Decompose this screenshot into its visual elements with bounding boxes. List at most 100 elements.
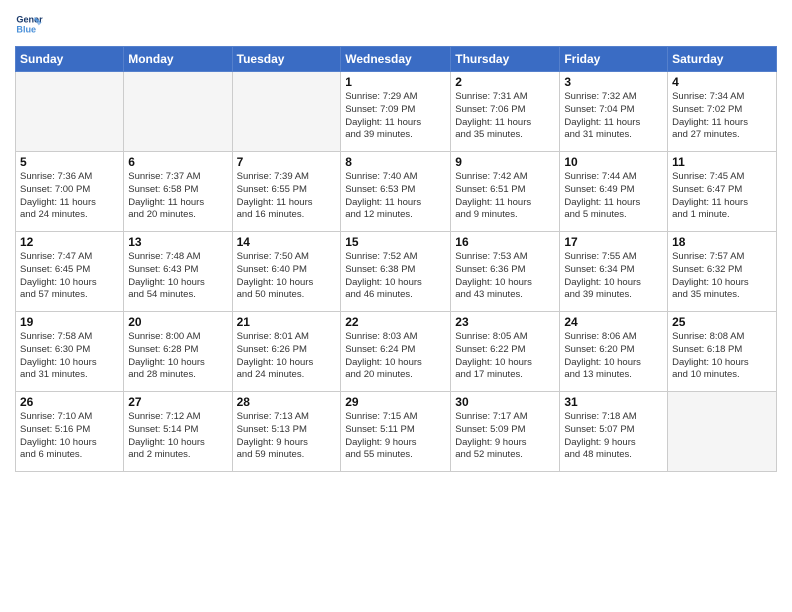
calendar-table: SundayMondayTuesdayWednesdayThursdayFrid… <box>15 46 777 472</box>
week-row-2: 5Sunrise: 7:36 AM Sunset: 7:00 PM Daylig… <box>16 152 777 232</box>
day-number: 12 <box>20 235 119 249</box>
weekday-header-thursday: Thursday <box>451 47 560 72</box>
day-cell: 8 Sunrise: 7:40 AM Sunset: 6:53 PM Daylig… <box>341 152 451 232</box>
day-cell: 6 Sunrise: 7:37 AM Sunset: 6:58 PM Daylig… <box>124 152 232 232</box>
day-cell: 1Sunrise: 7:29 AM Sunset: 7:09 PM Daylig… <box>341 72 451 152</box>
day-number: 16 <box>455 235 555 249</box>
header: General Blue <box>15 10 777 38</box>
week-row-1: 1Sunrise: 7:29 AM Sunset: 7:09 PM Daylig… <box>16 72 777 152</box>
day-info: Sunrise: 8:08 AM Sunset: 6:18 PM Dayligh… <box>672 331 772 382</box>
day-number: 17 <box>564 235 663 249</box>
day-number: 3 <box>564 75 663 89</box>
day-info: Sunrise: 7:53 AM Sunset: 6:36 PM Dayligh… <box>455 251 555 302</box>
weekday-header-row: SundayMondayTuesdayWednesdayThursdayFrid… <box>16 47 777 72</box>
day-number: 21 <box>237 315 337 329</box>
day-cell: 10 Sunrise: 7:44 AM Sunset: 6:49 PM Dayli… <box>560 152 668 232</box>
day-info: Sunrise: 7:31 AM Sunset: 7:06 PM Dayligh… <box>455 91 555 142</box>
day-info: Sunrise: 7:17 AM Sunset: 5:09 PM Dayligh… <box>455 411 555 462</box>
day-cell: 3 Sunrise: 7:32 AM Sunset: 7:04 PM Daylig… <box>560 72 668 152</box>
day-number: 29 <box>345 395 446 409</box>
day-cell: 2 Sunrise: 7:31 AM Sunset: 7:06 PM Daylig… <box>451 72 560 152</box>
day-info: Sunrise: 7:58 AM Sunset: 6:30 PM Dayligh… <box>20 331 119 382</box>
day-info: Sunrise: 7:18 AM Sunset: 5:07 PM Dayligh… <box>564 411 663 462</box>
day-info: Sunrise: 7:36 AM Sunset: 7:00 PM Dayligh… <box>20 171 119 222</box>
day-info: Sunrise: 7:42 AM Sunset: 6:51 PM Dayligh… <box>455 171 555 222</box>
day-number: 15 <box>345 235 446 249</box>
day-info: Sunrise: 8:05 AM Sunset: 6:22 PM Dayligh… <box>455 331 555 382</box>
day-cell: 7Sunrise: 7:39 AM Sunset: 6:55 PM Daylig… <box>232 152 341 232</box>
day-info: Sunrise: 7:40 AM Sunset: 6:53 PM Dayligh… <box>345 171 446 222</box>
day-number: 25 <box>672 315 772 329</box>
day-number: 4 <box>672 75 772 89</box>
logo: General Blue <box>15 10 43 38</box>
day-number: 23 <box>455 315 555 329</box>
day-number: 26 <box>20 395 119 409</box>
day-number: 10 <box>564 155 663 169</box>
day-cell: 19 Sunrise: 7:58 AM Sunset: 6:30 PM Dayli… <box>16 312 124 392</box>
day-cell: 20 Sunrise: 8:00 AM Sunset: 6:28 PM Dayli… <box>124 312 232 392</box>
weekday-header-friday: Friday <box>560 47 668 72</box>
day-number: 11 <box>672 155 772 169</box>
day-number: 7 <box>237 155 337 169</box>
week-row-5: 26 Sunrise: 7:10 AM Sunset: 5:16 PM Dayli… <box>16 392 777 472</box>
day-info: Sunrise: 7:48 AM Sunset: 6:43 PM Dayligh… <box>128 251 227 302</box>
day-number: 19 <box>20 315 119 329</box>
page-container: General Blue SundayMondayTuesdayWednesda… <box>0 0 792 612</box>
day-info: Sunrise: 8:03 AM Sunset: 6:24 PM Dayligh… <box>345 331 446 382</box>
day-info: Sunrise: 7:10 AM Sunset: 5:16 PM Dayligh… <box>20 411 119 462</box>
day-cell: 13 Sunrise: 7:48 AM Sunset: 6:43 PM Dayli… <box>124 232 232 312</box>
day-cell: 23 Sunrise: 8:05 AM Sunset: 6:22 PM Dayli… <box>451 312 560 392</box>
day-cell: 22Sunrise: 8:03 AM Sunset: 6:24 PM Dayli… <box>341 312 451 392</box>
day-cell <box>124 72 232 152</box>
day-cell: 31 Sunrise: 7:18 AM Sunset: 5:07 PM Dayli… <box>560 392 668 472</box>
day-number: 2 <box>455 75 555 89</box>
day-number: 9 <box>455 155 555 169</box>
weekday-header-tuesday: Tuesday <box>232 47 341 72</box>
day-cell <box>16 72 124 152</box>
day-cell: 15 Sunrise: 7:52 AM Sunset: 6:38 PM Dayli… <box>341 232 451 312</box>
weekday-header-wednesday: Wednesday <box>341 47 451 72</box>
day-info: Sunrise: 7:13 AM Sunset: 5:13 PM Dayligh… <box>237 411 337 462</box>
day-cell: 26 Sunrise: 7:10 AM Sunset: 5:16 PM Dayli… <box>16 392 124 472</box>
day-cell: 29Sunrise: 7:15 AM Sunset: 5:11 PM Dayli… <box>341 392 451 472</box>
day-cell <box>232 72 341 152</box>
day-cell: 18Sunrise: 7:57 AM Sunset: 6:32 PM Dayli… <box>668 232 777 312</box>
day-cell: 12 Sunrise: 7:47 AM Sunset: 6:45 PM Dayli… <box>16 232 124 312</box>
day-number: 24 <box>564 315 663 329</box>
day-number: 30 <box>455 395 555 409</box>
day-number: 13 <box>128 235 227 249</box>
day-number: 8 <box>345 155 446 169</box>
weekday-header-monday: Monday <box>124 47 232 72</box>
weekday-header-sunday: Sunday <box>16 47 124 72</box>
weekday-header-saturday: Saturday <box>668 47 777 72</box>
day-cell: 4 Sunrise: 7:34 AM Sunset: 7:02 PM Daylig… <box>668 72 777 152</box>
day-info: Sunrise: 8:00 AM Sunset: 6:28 PM Dayligh… <box>128 331 227 382</box>
day-number: 31 <box>564 395 663 409</box>
day-cell: 28 Sunrise: 7:13 AM Sunset: 5:13 PM Dayli… <box>232 392 341 472</box>
day-info: Sunrise: 7:37 AM Sunset: 6:58 PM Dayligh… <box>128 171 227 222</box>
day-info: Sunrise: 7:12 AM Sunset: 5:14 PM Dayligh… <box>128 411 227 462</box>
day-info: Sunrise: 7:57 AM Sunset: 6:32 PM Dayligh… <box>672 251 772 302</box>
day-info: Sunrise: 7:32 AM Sunset: 7:04 PM Dayligh… <box>564 91 663 142</box>
week-row-4: 19 Sunrise: 7:58 AM Sunset: 6:30 PM Dayli… <box>16 312 777 392</box>
day-info: Sunrise: 7:44 AM Sunset: 6:49 PM Dayligh… <box>564 171 663 222</box>
day-cell: 16 Sunrise: 7:53 AM Sunset: 6:36 PM Dayli… <box>451 232 560 312</box>
day-info: Sunrise: 7:52 AM Sunset: 6:38 PM Dayligh… <box>345 251 446 302</box>
day-info: Sunrise: 7:50 AM Sunset: 6:40 PM Dayligh… <box>237 251 337 302</box>
day-info: Sunrise: 8:01 AM Sunset: 6:26 PM Dayligh… <box>237 331 337 382</box>
day-info: Sunrise: 7:55 AM Sunset: 6:34 PM Dayligh… <box>564 251 663 302</box>
day-cell: 24Sunrise: 8:06 AM Sunset: 6:20 PM Dayli… <box>560 312 668 392</box>
day-number: 20 <box>128 315 227 329</box>
day-number: 28 <box>237 395 337 409</box>
day-cell: 14 Sunrise: 7:50 AM Sunset: 6:40 PM Dayli… <box>232 232 341 312</box>
day-cell: 25 Sunrise: 8:08 AM Sunset: 6:18 PM Dayli… <box>668 312 777 392</box>
day-cell: 21 Sunrise: 8:01 AM Sunset: 6:26 PM Dayli… <box>232 312 341 392</box>
day-number: 27 <box>128 395 227 409</box>
day-info: Sunrise: 7:47 AM Sunset: 6:45 PM Dayligh… <box>20 251 119 302</box>
svg-text:Blue: Blue <box>16 24 36 34</box>
day-number: 6 <box>128 155 227 169</box>
day-number: 14 <box>237 235 337 249</box>
day-info: Sunrise: 7:34 AM Sunset: 7:02 PM Dayligh… <box>672 91 772 142</box>
day-info: Sunrise: 7:45 AM Sunset: 6:47 PM Dayligh… <box>672 171 772 222</box>
day-cell: 5Sunrise: 7:36 AM Sunset: 7:00 PM Daylig… <box>16 152 124 232</box>
